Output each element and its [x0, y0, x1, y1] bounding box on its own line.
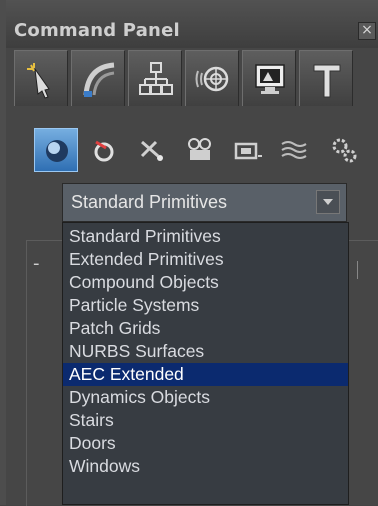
dropdown-option-highlighted[interactable]: AEC Extended — [63, 363, 348, 386]
category-lights[interactable] — [130, 128, 174, 172]
category-geometry[interactable] — [34, 128, 78, 172]
tab-modify[interactable] — [71, 50, 125, 106]
dropdown-option[interactable]: Patch Grids — [63, 317, 348, 340]
dropdown-option[interactable]: Standard Primitives — [63, 225, 348, 248]
hammer-icon — [313, 64, 341, 98]
dropdown-option[interactable]: Stairs — [63, 409, 348, 432]
camera-icon — [188, 138, 211, 160]
dropdown-list: Standard Primitives Extended Primitives … — [62, 222, 349, 505]
dropdown-option[interactable]: Dynamics Objects — [63, 386, 348, 409]
tab-hierarchy[interactable] — [128, 50, 182, 106]
dropdown-arrow-button[interactable] — [316, 190, 340, 214]
tab-utilities[interactable] — [299, 50, 353, 106]
modify-arc-icon — [83, 62, 115, 97]
dropdown-option[interactable]: Doors — [63, 432, 348, 455]
helper-icon — [234, 142, 262, 160]
tab-display[interactable] — [242, 50, 296, 106]
category-helpers[interactable] — [226, 128, 270, 172]
close-icon[interactable]: × — [358, 22, 376, 40]
display-icon — [255, 64, 285, 94]
category-bar — [34, 128, 374, 176]
dropdown-option[interactable]: Compound Objects — [63, 271, 348, 294]
command-panel: Command Panel × - Standard Primitives St… — [0, 0, 378, 506]
category-cameras[interactable] — [178, 128, 222, 172]
tab-bar — [14, 50, 378, 106]
dropdown-option[interactable]: Particle Systems — [63, 294, 348, 317]
rollout-divider — [357, 261, 362, 279]
chevron-down-icon — [323, 199, 333, 205]
category-systems[interactable] — [322, 128, 366, 172]
dropdown-selected-value: Standard Primitives — [71, 192, 228, 212]
panel-title: Command Panel — [14, 20, 180, 41]
cursor-star-icon — [27, 63, 50, 99]
dropdown-option[interactable]: Extended Primitives — [63, 248, 348, 271]
spacewarp-icon — [281, 141, 307, 159]
tab-create[interactable] — [14, 50, 68, 106]
sphere-icon — [46, 140, 68, 162]
dropdown-option[interactable]: Windows — [63, 455, 348, 478]
tab-motion[interactable] — [185, 50, 239, 106]
category-spacewarps[interactable] — [274, 128, 318, 172]
dropdown-option[interactable]: NURBS Surfaces — [63, 340, 348, 363]
shapes-icon — [94, 140, 114, 162]
rollout-collapse-toggle[interactable]: - — [33, 253, 40, 274]
light-icon — [140, 140, 163, 161]
category-shapes[interactable] — [82, 128, 126, 172]
category-dropdown[interactable]: Standard Primitives — [62, 183, 347, 222]
motion-icon — [195, 66, 229, 92]
title-bar[interactable]: Command Panel × — [6, 0, 378, 48]
gears-icon — [332, 138, 357, 163]
hierarchy-icon — [139, 62, 173, 95]
